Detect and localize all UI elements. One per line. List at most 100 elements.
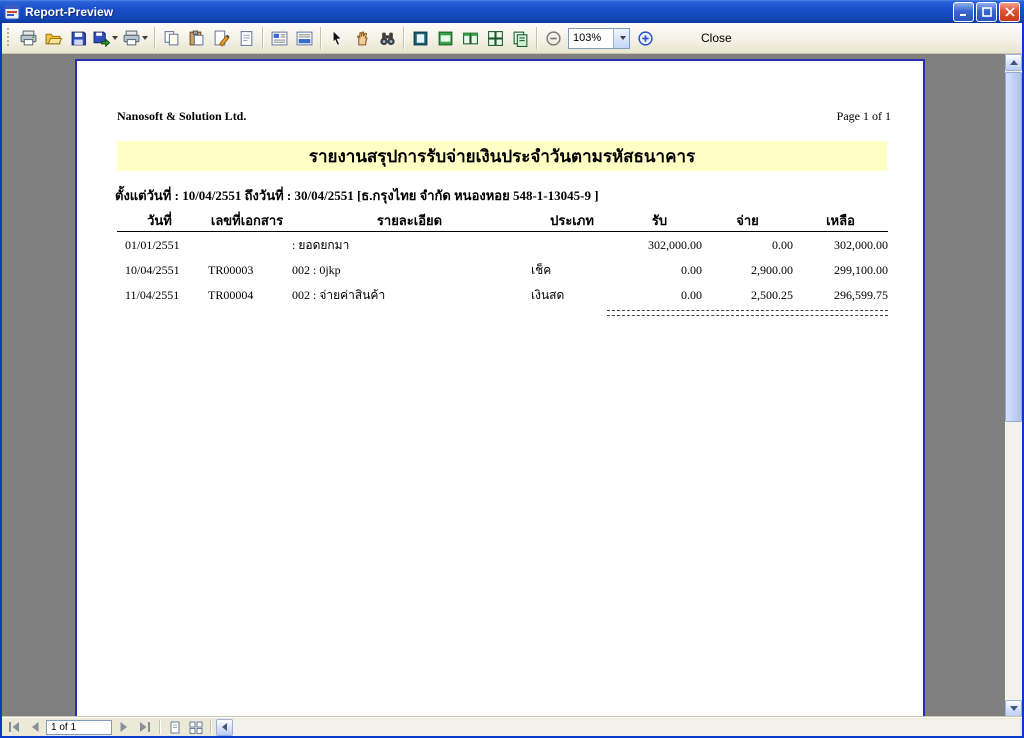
- view-whole-page-button[interactable]: [408, 26, 432, 50]
- table-cell: TR00003: [208, 263, 254, 277]
- table-cell: 296,599.75: [834, 288, 888, 302]
- vertical-scrollbar[interactable]: [1005, 54, 1022, 717]
- dropdown-icon: [112, 36, 118, 40]
- table-cell: 10/04/2551: [125, 263, 180, 277]
- maximize-icon: [981, 6, 992, 17]
- view-whole-page-icon: [412, 30, 429, 47]
- view-normal-button[interactable]: [267, 26, 291, 50]
- maximize-button[interactable]: [976, 1, 997, 22]
- company-name: Nanosoft & Solution Ltd.: [117, 109, 247, 123]
- zoom-in-icon: [637, 30, 654, 47]
- table-cell: เช็ค: [531, 263, 552, 277]
- select-icon: [329, 29, 346, 47]
- view-two-pages-icon: [462, 30, 479, 47]
- table-cell: 2,500.25: [751, 288, 793, 302]
- next-page-button[interactable]: [114, 719, 133, 735]
- scroll-left-icon: [222, 723, 227, 731]
- zoom-dropdown-button[interactable]: [613, 28, 629, 48]
- column-header: เหลือ: [826, 213, 855, 228]
- scroll-down-button[interactable]: [1005, 700, 1022, 717]
- table-header-row: วันที่ เลขที่เอกสาร รายละเอียด ประเภท รั…: [117, 211, 888, 232]
- horizontal-scrollbar-track[interactable]: [233, 719, 1020, 736]
- horizontal-scrollbar[interactable]: [216, 718, 1020, 736]
- toolbar: 103% Close: [2, 23, 1022, 54]
- zoom-value: 103%: [573, 32, 602, 44]
- nav-prev-icon: [31, 722, 38, 732]
- edit-icon: [213, 30, 230, 47]
- report-title-band: รายงานสรุปการรับจ่ายเงินประจำวันตามรหัสธ…: [117, 141, 887, 171]
- last-page-button[interactable]: [135, 719, 154, 735]
- view-thumbnails-button[interactable]: [508, 26, 532, 50]
- close-button[interactable]: Close: [688, 27, 745, 49]
- view-multi-pages-button[interactable]: [483, 26, 507, 50]
- zoom-out-icon: [545, 30, 562, 47]
- single-page-layout-button[interactable]: [165, 719, 184, 735]
- table-body: 01/01/2551: ยอดยกมา 302,000.00 0.00 302,000…: [117, 232, 888, 307]
- first-page-button[interactable]: [4, 719, 23, 735]
- copy-icon: [163, 30, 180, 47]
- zoom-in-button[interactable]: [633, 26, 657, 50]
- print-setup-icon: [123, 30, 140, 47]
- open-button[interactable]: [41, 26, 65, 50]
- nav-first-icon: [8, 722, 19, 732]
- print-button[interactable]: [16, 26, 40, 50]
- find-icon: [379, 30, 396, 47]
- table-cell: : ยอดยกมา: [292, 238, 350, 252]
- table-row: 01/01/2551: ยอดยกมา 302,000.00 0.00 302,000…: [117, 232, 888, 257]
- view-normal-icon: [271, 30, 288, 47]
- scroll-up-button[interactable]: [1005, 54, 1022, 71]
- table-cell: เงินสด: [531, 288, 565, 302]
- select-button[interactable]: [325, 26, 349, 50]
- view-layout-icon: [296, 30, 313, 47]
- view-two-pages-button[interactable]: [458, 26, 482, 50]
- zoom-combo[interactable]: 103%: [568, 27, 630, 49]
- close-window-button[interactable]: [999, 1, 1020, 22]
- zoom-out-button[interactable]: [541, 26, 565, 50]
- export-button[interactable]: [91, 26, 120, 50]
- report-title: รายงานสรุปการรับจ่ายเงินประจำวันตามรหัสธ…: [308, 146, 696, 166]
- table-cell: 299,100.00: [834, 263, 888, 277]
- table-cell: [202, 232, 292, 257]
- print-setup-button[interactable]: [121, 26, 150, 50]
- titlebar[interactable]: Report-Preview: [0, 0, 1024, 23]
- dropdown-icon: [142, 36, 148, 40]
- table-cell: [527, 232, 617, 257]
- table-cell: 302,000.00: [648, 238, 702, 252]
- table-cell: 002 : 0jkp: [292, 263, 341, 277]
- scroll-left-button[interactable]: [216, 718, 233, 736]
- edit-button[interactable]: [209, 26, 233, 50]
- pan-button[interactable]: [350, 26, 374, 50]
- previous-page-button[interactable]: [25, 719, 44, 735]
- pan-icon: [354, 30, 371, 47]
- totals-underline: [607, 310, 888, 316]
- scroll-down-icon: [1009, 706, 1018, 711]
- preview-area: Nanosoft & Solution Ltd. Page 1 of 1 ราย…: [2, 54, 1005, 717]
- open-icon: [45, 30, 62, 47]
- find-button[interactable]: [375, 26, 399, 50]
- titlebar-buttons: [953, 1, 1020, 22]
- toolbar-separator: [154, 27, 155, 49]
- page-indicator-input[interactable]: [46, 719, 112, 735]
- view-layout-button[interactable]: [292, 26, 316, 50]
- column-header: รับ: [651, 213, 668, 228]
- table-row: 10/04/2551 TR00003 002 : 0jkp เช็ค 0.00 2,900…: [117, 257, 888, 282]
- toolbar-grip[interactable]: [6, 28, 11, 48]
- copy-button[interactable]: [159, 26, 183, 50]
- app-icon: [4, 4, 20, 20]
- minimize-button[interactable]: [953, 1, 974, 22]
- statusbar-separator: [210, 720, 211, 734]
- multi-page-layout-button[interactable]: [186, 719, 205, 735]
- save-icon: [70, 30, 87, 47]
- table-cell: 0.00: [772, 238, 793, 252]
- column-header: เลขที่เอกสาร: [210, 213, 284, 228]
- paste-button[interactable]: [184, 26, 208, 50]
- document-button[interactable]: [234, 26, 258, 50]
- statusbar: [2, 717, 1022, 736]
- view-page-width-icon: [437, 30, 454, 47]
- report-page: Nanosoft & Solution Ltd. Page 1 of 1 ราย…: [75, 59, 925, 717]
- nav-last-icon: [139, 722, 150, 732]
- view-page-width-button[interactable]: [433, 26, 457, 50]
- vertical-scrollbar-thumb[interactable]: [1005, 72, 1022, 422]
- save-button[interactable]: [66, 26, 90, 50]
- statusbar-separator: [159, 720, 160, 734]
